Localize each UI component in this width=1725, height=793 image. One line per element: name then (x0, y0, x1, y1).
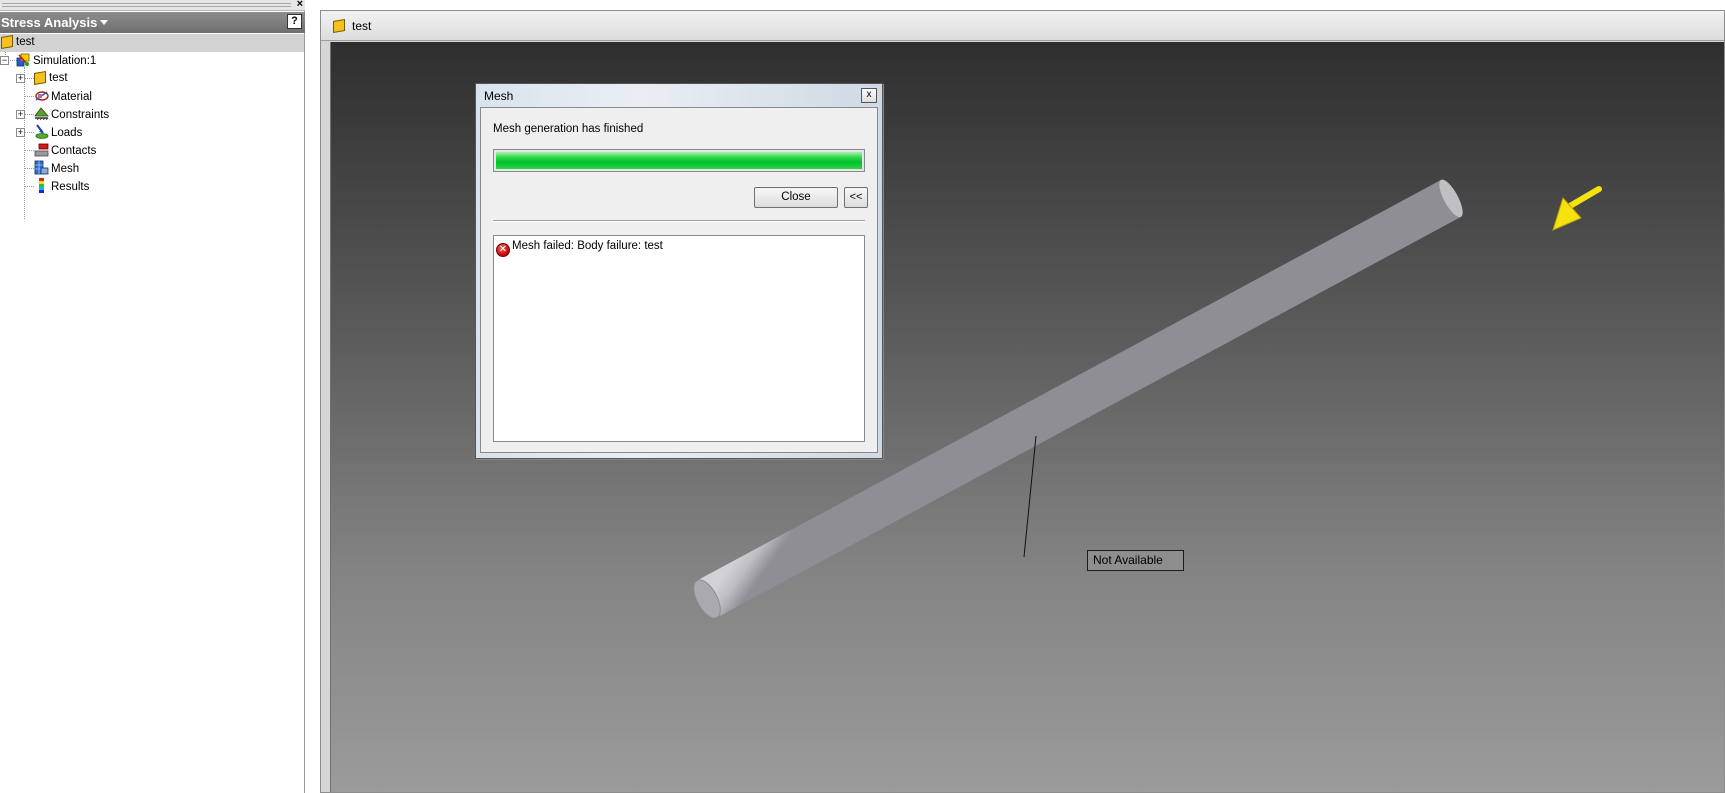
tree-item-loads[interactable]: Loads (34, 124, 82, 141)
help-icon[interactable]: ? (287, 14, 302, 29)
simulation-icon (16, 52, 30, 67)
dialog-close-icon[interactable]: x (861, 88, 877, 103)
tree-item-label: Material (51, 91, 92, 103)
load-arrow-icon[interactable] (1552, 186, 1602, 231)
simulation-collapse-toggle[interactable]: − (0, 56, 9, 65)
tree-item-simulation[interactable]: Simulation:1 (16, 52, 96, 69)
contacts-icon (34, 142, 49, 157)
mesh-status-text: Mesh generation has finished (493, 123, 644, 135)
panel-title-label: Stress Analysis (1, 15, 98, 30)
results-icon (34, 178, 48, 193)
tree-item-label: Mesh (51, 163, 80, 175)
panel-title-dropdown[interactable]: Stress Analysis (1, 15, 109, 30)
mesh-icon (34, 160, 49, 175)
collapse-details-button[interactable]: << (844, 187, 868, 208)
close-button[interactable]: Close (754, 187, 838, 208)
tree-item-label: test (49, 72, 68, 84)
tree-item-mesh[interactable]: Mesh (34, 160, 79, 177)
expand-toggle-test[interactable]: + (16, 74, 25, 83)
chevron-down-icon (100, 20, 109, 25)
part-icon (34, 70, 46, 86)
dialog-title: Mesh (484, 89, 514, 103)
tree-item-label: Constraints (51, 109, 110, 121)
expand-toggle-constraints[interactable]: + (16, 110, 25, 119)
constraints-icon (34, 106, 49, 121)
expand-toggle-loads[interactable]: + (16, 128, 25, 137)
tree-item-label: Loads (51, 127, 83, 139)
material-icon (34, 88, 49, 102)
tree-root-row[interactable]: test (0, 34, 304, 52)
tree-item-label: Results (51, 181, 90, 193)
tree-item-label: Contacts (51, 145, 97, 157)
document-tab[interactable]: test (321, 11, 1724, 41)
progress-fill (496, 152, 862, 169)
tree-item-constraints[interactable]: Constraints (34, 106, 109, 123)
browser-close-icon[interactable]: × (297, 0, 303, 11)
document-title: test (352, 19, 372, 33)
tree-item-test[interactable]: test (34, 70, 68, 87)
mesh-dialog: Mesh x Mesh generation has finished Clos… (475, 83, 883, 459)
log-entry[interactable]: ✕ Mesh failed: Body failure: test (496, 238, 663, 257)
tree-item-contacts[interactable]: Contacts (34, 142, 96, 159)
browser-grip-bar[interactable]: × (0, 0, 305, 11)
model-browser-panel: × Stress Analysis ? test − Simulation:1 … (0, 0, 305, 793)
error-icon: ✕ (496, 243, 510, 257)
dialog-body: Mesh generation has finished Close << ✕ M… (480, 107, 878, 453)
result-annotation: Not Available (1087, 550, 1184, 571)
annotation-leader-line (1023, 435, 1037, 558)
divider (493, 220, 865, 222)
tree-item-material[interactable]: Material (34, 88, 92, 105)
loads-icon (34, 124, 49, 139)
message-log[interactable]: ✕ Mesh failed: Body failure: test (493, 235, 865, 442)
tree-root-label: test (16, 36, 35, 48)
tree-item-label: Simulation:1 (33, 55, 97, 67)
part-icon (333, 18, 345, 34)
tree-item-results[interactable]: Results (34, 178, 89, 195)
log-entry-text: Mesh failed: Body failure: test (512, 240, 663, 252)
mesh-progress-bar (493, 149, 865, 172)
browser-header: Stress Analysis ? (0, 12, 305, 33)
assembly-icon (1, 34, 13, 50)
